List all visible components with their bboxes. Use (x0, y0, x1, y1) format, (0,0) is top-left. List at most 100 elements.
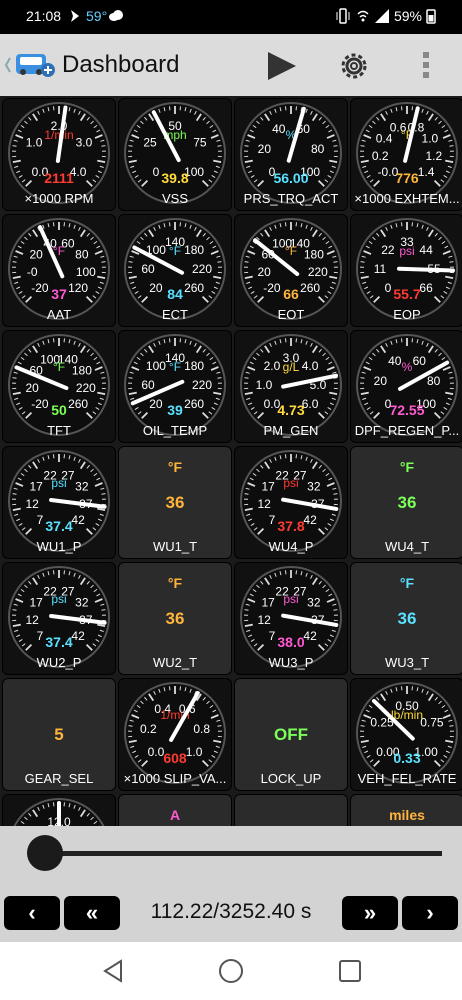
gauge-tick (360, 725, 365, 727)
gauge-vss[interactable]: 0 25 50 75 100 mph 39.8 VSS (118, 98, 232, 211)
digital-lock-up[interactable]: OFF LOCK_UP (234, 678, 348, 791)
gauge-tick (217, 725, 222, 727)
gauge-wu3-p[interactable]: 712172227323742psi38.0WU3_P (234, 562, 348, 675)
gauge-partial[interactable]: 12.0 (2, 794, 116, 826)
gauge-value: 66 (283, 286, 299, 302)
play-icon[interactable] (266, 50, 298, 82)
gauge-tick (12, 377, 17, 379)
gauge-eop[interactable]: 0112233445566psi55.7EOP (350, 214, 462, 327)
gauge-tft[interactable]: -20 20 60 100 140 180 220 260 °F 50 TFT (2, 330, 116, 443)
digital-value: 5 (54, 725, 64, 744)
gauge-value: 2111 (44, 170, 74, 186)
digital-value: 36 (397, 493, 417, 512)
gauge-tick-label: 25 (143, 136, 157, 150)
gauge-label: EOP (393, 307, 421, 322)
gauge-label: TFT (47, 423, 71, 438)
gauge-tick-label: 0.75 (420, 716, 444, 730)
gauge-tick-label: 260 (68, 397, 88, 411)
navigation-icon (71, 10, 79, 22)
gauge-tick (360, 377, 365, 379)
gauge-pm-gen[interactable]: 0.0 1.0 2.0 3.0 4.0 5.0 6.0 g/L 4.73 PM_GEN (234, 330, 348, 443)
gauge-ect[interactable]: 20 60 100 140 180 220 260 °F 84 ECT (118, 214, 232, 327)
digital-value: 36 (165, 609, 185, 628)
digital-gear-sel[interactable]: 5 GEAR_SEL (2, 678, 116, 791)
gauge-tick (333, 609, 338, 611)
gauge-tick-label: 220 (192, 378, 212, 392)
gauge-label: WU2_P (36, 655, 82, 670)
gauge-label: VSS (161, 191, 188, 206)
digital-label: WU3_T (384, 655, 430, 670)
digital-label: WU1_T (152, 539, 198, 554)
slider-thumb[interactable] (27, 835, 64, 871)
battery-level: 59% (393, 8, 422, 24)
gauge-tick (12, 261, 17, 263)
gear-icon[interactable] (338, 50, 370, 82)
gauge-veh-fel-rate[interactable]: 0.00 0.25 0.50 0.75 1.00 lb/min 0.33 VEH_FEL_RA… (350, 678, 462, 791)
digital-wu1-t[interactable]: °F 36 WU1_T (118, 446, 232, 559)
gauge-wu4-p[interactable]: 712172227323742psi37.8WU4_P (234, 446, 348, 559)
playback-slider[interactable] (0, 826, 462, 886)
fast-forward-button[interactable]: » (342, 896, 398, 930)
gauge-tick-label: 12 (257, 613, 271, 627)
next-button[interactable]: › (402, 896, 458, 930)
playback-controls: ‹ « 112.22/3252.40 s » › (0, 886, 462, 942)
gauge-tick (244, 493, 249, 495)
digital-wu4-t[interactable]: °F 36 WU4_T (350, 446, 462, 559)
gauge-tick (333, 145, 338, 147)
back-icon[interactable] (100, 958, 126, 984)
recents-icon[interactable] (337, 958, 363, 984)
gauge-tick (101, 377, 106, 379)
gauge-value: 37.4 (45, 634, 72, 650)
gauge-tick-label: 180 (304, 248, 324, 262)
gauge-value: 608 (163, 750, 187, 766)
rewind-button[interactable]: « (64, 896, 120, 930)
gauge-wu1-p[interactable]: 712172227323742psi37.4WU1_P (2, 446, 116, 559)
gauge-wu2-p[interactable]: 712172227323742psi37.4WU2_P (2, 562, 116, 675)
gauge-tick-label: 32 (75, 480, 89, 494)
gauge-unit: psi (283, 592, 298, 606)
gauge-label: DPF_REGEN_P... (354, 423, 460, 438)
gauge-label: AAT (46, 307, 72, 322)
gauge-label: ×1000 RPM (24, 191, 94, 206)
gauge-tick-label: 0.2 (372, 149, 389, 163)
gauge-tick (128, 145, 133, 147)
gauge-prs-trq-act[interactable]: 0 20 40 60 80 100% 56.00 PRS_TRQ_ACT (234, 98, 348, 211)
gauge-tick (12, 609, 17, 611)
gauge-rpm[interactable]: 0.0 1.0 2.0 3.0 4.0 1/min 2111 ×1000 RPM (2, 98, 116, 211)
gauge-value: 4.73 (277, 402, 304, 418)
gauge-eot[interactable]: -20 20 60 100 140 180 220 260 °F 66 EOT (234, 214, 348, 327)
digital-label: WU2_T (152, 655, 198, 670)
digital-wu3-t[interactable]: °F 36 WU3_T (350, 562, 462, 675)
gauge-slip-val[interactable]: 0.00.20.40.60.81.01/min608×1000 SLIP_VA.… (118, 678, 232, 791)
digital-label: WU4_T (384, 539, 430, 554)
gauge-label: WU4_P (268, 539, 314, 554)
gauge-tick-label: 12 (25, 497, 39, 511)
gauge-tick-label: 4.0 (302, 359, 319, 373)
gauge-tick-label: 17 (261, 596, 275, 610)
digital-label: LOCK_UP (260, 771, 322, 786)
gauge-oil-temp[interactable]: 20 60 100 140 180 220 260 °F 39 OIL_TEMP (118, 330, 232, 443)
gauge-aat[interactable]: -20 -0 20 40 60 80 100 120 °F 37 AAT (2, 214, 116, 327)
digital-wu2-t[interactable]: °F 36 WU2_T (118, 562, 232, 675)
gauge-tick (101, 261, 106, 263)
gauge-tick (12, 145, 17, 147)
gauge-tick (449, 145, 454, 147)
gauge-value: 55.7 (393, 286, 420, 302)
digital-partial-miles[interactable]: miles (350, 794, 462, 826)
gauge-tick-label: 20 (258, 142, 272, 156)
gauge-tick-label: 3.0 (76, 136, 93, 150)
gauge-label: PRS_TRQ_ACT (243, 191, 339, 206)
gauge-tick (128, 725, 133, 727)
gauge-exhtemp[interactable]: -0.0 0.2 0.4 0.6 0.8 1.0 1.2 1.4 °F 776 ×1000 EXHT… (350, 98, 462, 211)
digital-partial-blank[interactable] (234, 794, 348, 826)
slider-track[interactable] (28, 851, 442, 856)
app-logo-icon[interactable] (4, 46, 60, 84)
gauge-dpf-regen[interactable]: 0 20 40 60 80 100% 72.55 DPF_REGEN_P... (350, 330, 462, 443)
overflow-menu-icon[interactable] (420, 50, 432, 80)
digital-partial-a[interactable]: A (118, 794, 232, 826)
home-icon[interactable] (218, 958, 244, 984)
gauge-tick-label: 20 (149, 397, 163, 411)
previous-button[interactable]: ‹ (4, 896, 60, 930)
gauge-value: 39 (167, 402, 183, 418)
playback-position: 112.22/3252.40 s (150, 900, 312, 923)
